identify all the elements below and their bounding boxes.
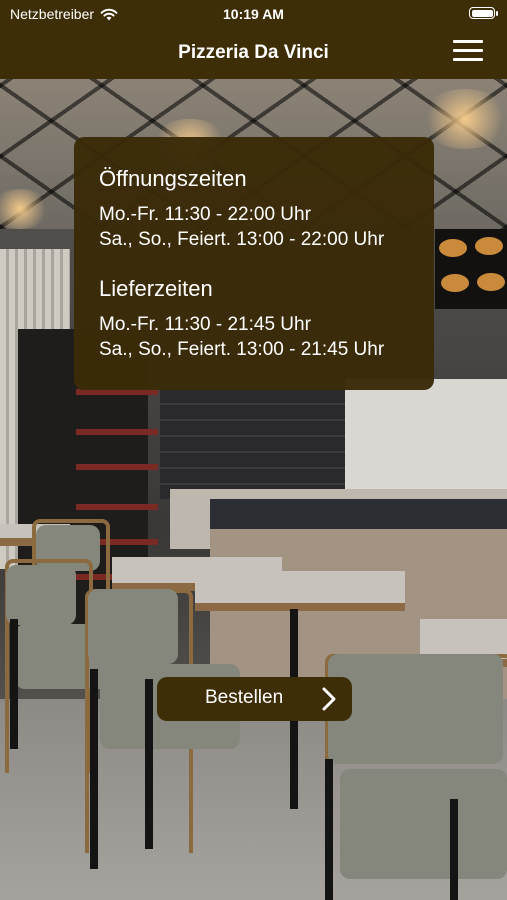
opening-hours-weekdays: Mo.-Fr. 11:30 - 22:00 Uhr — [99, 204, 311, 225]
chair-leg — [450, 799, 458, 900]
status-bar: Netzbetreiber 10:19 AM — [0, 0, 507, 28]
status-time: 10:19 AM — [223, 6, 284, 22]
delivery-hours-title: Lieferzeiten — [99, 276, 213, 301]
chevron-right-icon — [322, 687, 336, 711]
delivery-hours-weekend: Sa., So., Feiert. 13:00 - 21:45 Uhr — [99, 339, 385, 360]
hours-card: Öffnungszeiten Mo.-Fr. 11:30 - 22:00 Uhr… — [74, 137, 434, 390]
page-title: Pizzeria Da Vinci — [178, 42, 329, 63]
ceiling-light — [420, 89, 507, 149]
navigation-bar: Netzbetreiber 10:19 AM Pizzeria Da Vinci — [0, 0, 507, 79]
table — [195, 571, 405, 611]
opening-hours-title: Öffnungszeiten — [99, 166, 247, 191]
delivery-hours-weekdays: Mo.-Fr. 11:30 - 21:45 Uhr — [99, 314, 311, 335]
chair — [6, 565, 76, 625]
chair-leg — [145, 679, 153, 849]
chair-leg — [10, 619, 18, 749]
chair — [328, 654, 503, 764]
counter-front — [210, 499, 507, 529]
chair — [88, 589, 178, 664]
chair-leg — [90, 669, 98, 869]
battery-icon — [469, 7, 498, 19]
brick-wall — [160, 389, 350, 499]
chair-seat — [340, 769, 507, 879]
order-button-label: Bestellen — [205, 687, 284, 708]
menu-board — [435, 229, 507, 309]
opening-hours-weekend: Sa., So., Feiert. 13:00 - 22:00 Uhr — [99, 229, 385, 250]
order-button[interactable]: Bestellen — [157, 677, 352, 721]
hamburger-menu-icon[interactable] — [453, 40, 483, 62]
chair-leg — [325, 759, 333, 900]
